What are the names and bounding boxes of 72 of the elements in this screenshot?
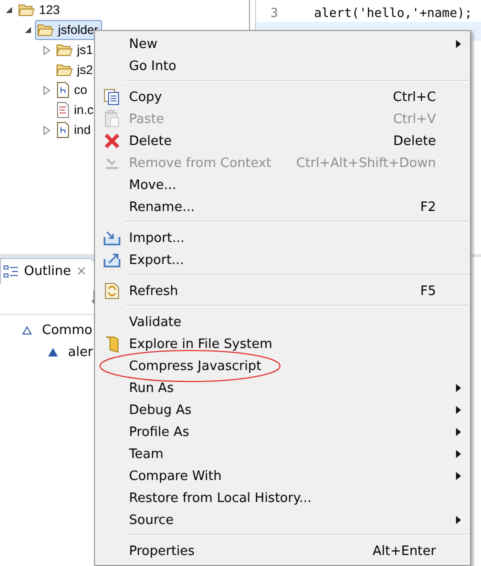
tree-item[interactable]: in.c xyxy=(54,100,98,120)
export-icon xyxy=(103,252,121,268)
menu-item[interactable]: Delete Delete xyxy=(95,130,470,152)
tree-item-label: 123 xyxy=(39,3,60,17)
submenu-arrow-icon xyxy=(456,516,461,524)
tree-item-label: js2 xyxy=(77,63,93,77)
menu-item[interactable]: Explore in File System xyxy=(95,333,470,355)
menu-item[interactable]: Go Into xyxy=(95,55,470,77)
tree-item[interactable]: js2 xyxy=(54,60,97,80)
shortcut-label: Alt+Enter xyxy=(372,544,437,558)
tree-item[interactable]: js1 xyxy=(54,40,97,60)
folder-icon xyxy=(105,335,119,353)
folder-icon xyxy=(37,23,54,37)
shortcut-label: F5 xyxy=(420,284,437,298)
outline-triangle-icon xyxy=(22,326,32,334)
shortcut-label: Delete xyxy=(393,134,437,148)
folder-icon xyxy=(18,3,35,17)
import-icon xyxy=(103,230,121,246)
folder-icon xyxy=(56,43,73,57)
copy-icon xyxy=(103,88,121,106)
menu-item[interactable]: Export... xyxy=(95,249,470,271)
menu-item[interactable]: Compress Javascript xyxy=(95,355,470,377)
outline-icon xyxy=(3,264,19,278)
shortcut-label: Ctrl+Alt+Shift+Down xyxy=(296,156,437,170)
menu-item[interactable]: Copy Ctrl+C xyxy=(95,86,470,108)
menu-item[interactable]: Import... xyxy=(95,227,470,249)
submenu-arrow-icon xyxy=(456,40,461,48)
script-file-icon xyxy=(56,122,70,138)
menu-item[interactable]: Properties Alt+Enter xyxy=(95,540,470,562)
menu-item[interactable]: Rename... F2 xyxy=(95,196,470,218)
expander-icon[interactable] xyxy=(4,6,13,14)
menu-item[interactable]: Compare With xyxy=(95,465,470,487)
shortcut-label: F2 xyxy=(420,200,437,214)
function-triangle-icon xyxy=(48,348,58,356)
shortcut-label: Ctrl+C xyxy=(392,90,437,104)
menu-item[interactable]: Profile As xyxy=(95,421,470,443)
tree-item-label: ind xyxy=(74,123,91,137)
tree-item[interactable]: co xyxy=(54,80,92,100)
tab-label: Outline xyxy=(24,264,72,279)
paste-icon xyxy=(104,110,120,128)
folder-icon xyxy=(56,63,73,77)
outline-item[interactable]: Commo xyxy=(42,322,92,338)
menu-item[interactable]: Run As xyxy=(95,377,470,399)
menu-item[interactable]: Debug As xyxy=(95,399,470,421)
submenu-arrow-icon xyxy=(456,450,461,458)
close-icon[interactable]: × xyxy=(76,264,87,279)
submenu-arrow-icon xyxy=(456,406,461,414)
menu-item[interactable]: Restore from Local History... xyxy=(95,487,470,509)
remove-icon xyxy=(104,156,120,170)
delete-icon xyxy=(104,133,120,149)
menu-item[interactable]: Team xyxy=(95,443,470,465)
tree-item-label: in.c xyxy=(74,103,94,117)
text-file-icon xyxy=(56,102,70,118)
submenu-arrow-icon xyxy=(456,428,461,436)
menu-item[interactable]: Source xyxy=(95,509,470,531)
tree-item[interactable]: ind xyxy=(54,120,95,140)
outline-tab[interactable]: Outline × xyxy=(0,258,96,284)
code-line: alert('hello,'+name); xyxy=(313,5,472,20)
menu-item[interactable]: Move... xyxy=(95,174,470,196)
tree-item[interactable]: 123 xyxy=(16,0,64,20)
refresh-icon xyxy=(104,282,120,300)
outline-item[interactable]: aler xyxy=(68,344,93,360)
submenu-arrow-icon xyxy=(456,384,461,392)
tree-item-label: js1 xyxy=(77,43,93,57)
tree-item[interactable]: jsfolder xyxy=(35,20,102,40)
submenu-arrow-icon xyxy=(456,472,461,480)
menu-item[interactable]: Refresh F5 xyxy=(95,280,470,302)
menu-item[interactable]: Validate xyxy=(95,311,470,333)
shortcut-label: Ctrl+V xyxy=(393,112,437,126)
expander-icon[interactable] xyxy=(23,26,32,34)
script-file-icon xyxy=(56,82,70,98)
tree-item-label: co xyxy=(74,83,88,97)
